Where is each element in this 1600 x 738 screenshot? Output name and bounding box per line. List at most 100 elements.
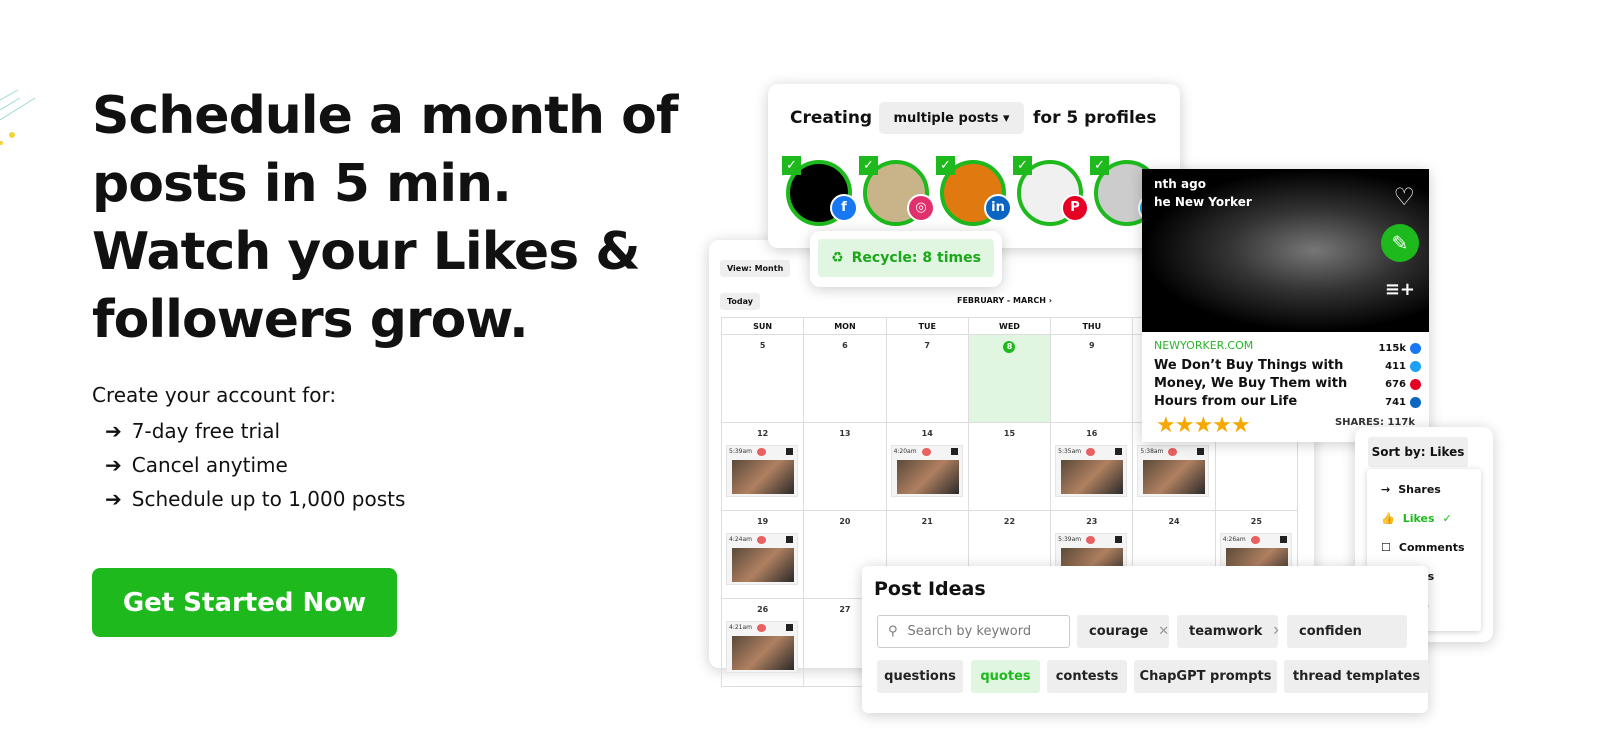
article-title[interactable]: We Don’t Buy Things with Money, We Buy T… [1154, 357, 1354, 411]
checkbox-checked-icon[interactable]: ✓ [1090, 156, 1109, 175]
quill-icon[interactable]: ✎ [1381, 224, 1419, 262]
sort-option-likes[interactable]: 👍 Likes ✓ [1381, 512, 1452, 525]
post-time: 5:35am [1058, 448, 1082, 455]
sort-option-shares[interactable]: → Shares [1381, 483, 1441, 496]
article-card[interactable]: nth ago he New Yorker ♡ ✎ ≡+ NEWYORKER.C… [1142, 169, 1429, 442]
day-number: 20 [839, 517, 851, 526]
category-chip[interactable]: questions [877, 660, 963, 693]
day-cell[interactable]: 26 4:21am [722, 599, 805, 687]
share-stat: 115k [1378, 343, 1421, 354]
remove-icon[interactable]: ✕ [1158, 624, 1169, 639]
bullet-item: ➔ 7-day free trial [105, 419, 281, 443]
day-number: 24 [1168, 517, 1180, 526]
checkbox-checked-icon[interactable]: ✓ [936, 156, 955, 175]
day-cell[interactable]: 12 5:39am [722, 423, 805, 511]
post-time: 5:39am [729, 448, 752, 455]
image-icon [950, 448, 958, 455]
creating-label: Creating [790, 108, 873, 128]
hero-title: Schedule a month of posts in 5 min. Watch … [92, 86, 678, 350]
scheduled-post[interactable]: 4:21am [726, 621, 798, 673]
caret-down-icon: ▾ [1002, 110, 1010, 126]
day-number: 12 [757, 429, 769, 438]
instagram-icon: ◎ [907, 194, 935, 222]
day-cell[interactable]: 15 [968, 423, 1052, 511]
next-icon[interactable]: › [1049, 296, 1052, 305]
facebook-icon [1410, 343, 1421, 354]
pinterest-icon: P [1061, 194, 1089, 222]
scheduled-post[interactable]: 5:35am [1055, 445, 1128, 497]
keyword-search-input[interactable]: ⚲ Search by keyword [877, 615, 1070, 648]
recycle-button[interactable]: ♻ Recycle: 8 times [818, 239, 994, 277]
day-number: 5 [759, 341, 766, 350]
post-thumbnail [732, 548, 794, 582]
hero-subtitle: Create your account for: [92, 383, 337, 407]
day-cell[interactable]: 8 [968, 335, 1052, 423]
get-started-button[interactable]: Get Started Now [92, 568, 397, 637]
linkedin-icon [1410, 397, 1421, 408]
day-number: 15 [1003, 429, 1016, 438]
day-cell[interactable]: 7 [886, 335, 969, 423]
checkbox-checked-icon[interactable]: ✓ [859, 156, 878, 175]
heart-icon[interactable]: ♡ [1393, 183, 1415, 211]
scheduled-post[interactable]: 5:39am [726, 445, 798, 497]
profile-icon [1086, 536, 1096, 544]
date-range: FEBRUARY - MARCH › [957, 296, 1053, 305]
check-icon: ✓ [1442, 512, 1452, 525]
image-icon [1197, 448, 1205, 455]
keyword-label: confiden [1299, 624, 1362, 639]
image-icon [786, 536, 793, 543]
sort-option-label: Likes [1402, 512, 1435, 525]
day-number: 14 [921, 429, 933, 438]
day-cell[interactable]: 14 4:20am [886, 423, 969, 511]
scheduled-post[interactable]: 5:38am [1137, 445, 1210, 497]
bullet-item: ➔ Cancel anytime [105, 453, 288, 477]
post-time: 4:26am [1222, 536, 1246, 543]
category-chip[interactable]: ChapGPT prompts [1134, 660, 1277, 693]
day-cell[interactable]: 6 [804, 335, 887, 423]
search-icon: ⚲ [888, 624, 898, 639]
sort-dropdown[interactable]: Sort by: Likes [1368, 437, 1468, 467]
add-to-queue-icon[interactable]: ≡+ [1385, 279, 1415, 300]
day-cell[interactable]: 16 5:35am [1051, 423, 1134, 511]
post-ideas-title: Post Ideas [874, 578, 986, 600]
weekday-label: SUN [722, 318, 805, 335]
share-count: 676 [1385, 379, 1406, 390]
profile-icon [1168, 448, 1178, 456]
day-cell[interactable]: 5 [722, 335, 805, 423]
view-month-button[interactable]: View: Month [720, 260, 791, 277]
arrow-icon: ➔ [105, 487, 122, 511]
profile-icon [757, 624, 766, 632]
profiles-count-label: for 5 profiles [1033, 108, 1157, 128]
day-number: 26 [757, 605, 769, 614]
star-rating: ★★★★★ [1156, 413, 1251, 438]
day-cell[interactable]: 13 [804, 423, 887, 511]
today-button[interactable]: Today [720, 293, 760, 310]
remove-icon[interactable]: ✕ [1272, 624, 1278, 639]
category-chip[interactable]: contests [1047, 660, 1127, 693]
post-mode-dropdown[interactable]: multiple posts ▾ [879, 102, 1024, 134]
day-cell[interactable]: 19 4:24am [722, 511, 805, 599]
linkedin-icon: in [984, 194, 1012, 222]
comments-icon: ☐ [1381, 541, 1391, 554]
day-cell[interactable]: 9 [1051, 335, 1134, 423]
category-chip[interactable]: thread templates [1284, 660, 1429, 693]
day-number: 13 [839, 429, 851, 438]
post-time: 4:21am [729, 624, 752, 631]
scheduled-post[interactable]: 4:24am [726, 533, 798, 585]
sort-option-comments[interactable]: ☐ Comments [1381, 541, 1465, 554]
twitter-icon [1410, 361, 1421, 372]
scheduled-post[interactable]: 4:20am [890, 445, 963, 497]
weekday-label: TUE [886, 318, 969, 335]
post-thumbnail [1061, 460, 1124, 494]
sort-option-label: Comments [1398, 541, 1465, 554]
category-chip[interactable]: quotes [971, 660, 1040, 693]
day-number: 16 [1086, 429, 1098, 438]
keyword-chip[interactable]: courage ✕ [1077, 615, 1169, 648]
checkbox-checked-icon[interactable]: ✓ [1013, 156, 1032, 175]
profile-icon [757, 448, 766, 456]
keyword-chip[interactable]: confiden [1287, 615, 1407, 648]
keyword-chip[interactable]: teamwork ✕ [1177, 615, 1278, 648]
checkbox-checked-icon[interactable]: ✓ [782, 156, 801, 175]
share-count: 115k [1378, 343, 1406, 354]
share-count: 741 [1385, 397, 1406, 408]
